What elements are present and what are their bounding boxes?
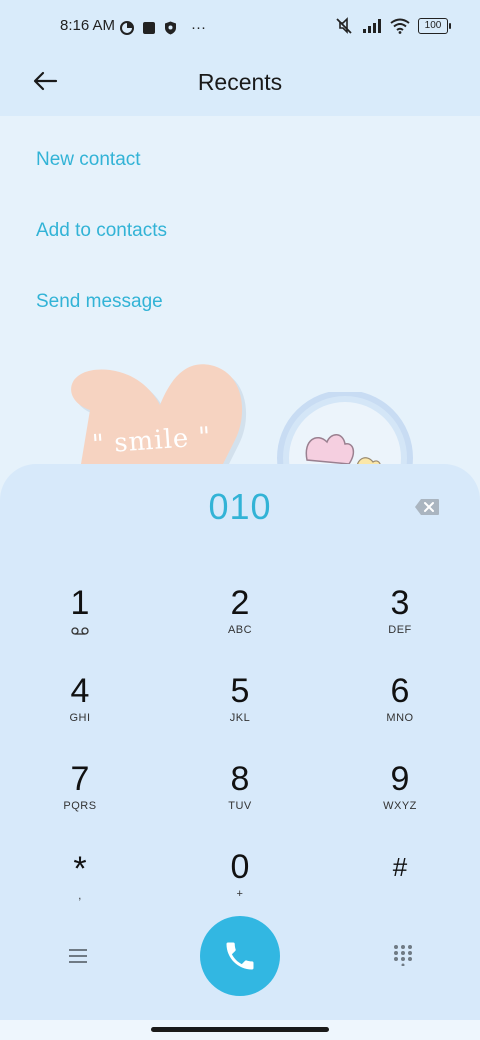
dial-key-hash[interactable]: # — [340, 848, 460, 928]
key-letters: MNO — [386, 712, 414, 724]
page-title: Recents — [197, 69, 283, 95]
key-digit: 4 — [70, 672, 90, 710]
dialed-number: 010 — [208, 486, 272, 527]
dial-key-4[interactable]: 4 GHI — [20, 672, 140, 752]
menu-icon[interactable] — [66, 944, 90, 968]
status-right-icons: 100 — [334, 17, 451, 35]
shield-icon — [165, 21, 176, 34]
dial-key-3[interactable]: 3 DEF — [340, 584, 460, 664]
signal-icon — [363, 19, 381, 33]
key-letters: JKL — [229, 712, 251, 724]
key-digit: 9 — [390, 760, 410, 798]
key-digit: 2 — [230, 584, 250, 622]
status-bar: 8:16 AM ··· 100 — [0, 0, 480, 56]
decoration-illustration: " smile " — [60, 360, 420, 502]
new-contact-button[interactable]: New contact — [36, 149, 141, 171]
more-notifications: ··· — [191, 19, 206, 36]
key-digit: 0 — [230, 848, 250, 886]
phone-icon — [226, 942, 254, 970]
dial-key-1[interactable]: 1 — [20, 584, 140, 664]
dial-key-8[interactable]: 8 TUV — [180, 760, 300, 840]
key-digit: 3 — [390, 584, 410, 622]
key-letters: + — [236, 888, 244, 900]
key-digit: 6 — [390, 672, 410, 710]
dial-key-7[interactable]: 7 PQRS — [20, 760, 140, 840]
key-digit: 5 — [230, 672, 250, 710]
key-letters: PQRS — [63, 800, 97, 812]
square-icon — [143, 21, 155, 34]
status-left-icons: ··· — [120, 19, 206, 36]
key-digit: # — [392, 852, 408, 882]
key-letters: TUV — [228, 800, 252, 812]
dial-key-star[interactable]: * , — [20, 850, 140, 930]
data-saver-icon — [120, 20, 134, 35]
backspace-icon[interactable] — [414, 498, 440, 516]
key-letters: DEF — [388, 624, 412, 636]
mute-icon — [336, 17, 352, 34]
key-letters: GHI — [69, 712, 91, 724]
send-message-button[interactable]: Send message — [36, 291, 163, 313]
key-letters: , — [78, 890, 82, 902]
key-digit: 7 — [70, 760, 90, 798]
status-time: 8:16 AM — [60, 17, 116, 34]
key-letters: ABC — [227, 624, 253, 636]
key-digit: 1 — [70, 584, 90, 622]
app-header: Recents — [0, 56, 480, 116]
key-digit: 8 — [230, 760, 250, 798]
add-to-contacts-button[interactable]: Add to contacts — [36, 220, 167, 242]
dial-key-5[interactable]: 5 JKL — [180, 672, 300, 752]
dial-key-9[interactable]: 9 WXYZ — [340, 760, 460, 840]
call-button[interactable] — [200, 916, 280, 996]
key-digit: * — [73, 850, 87, 888]
home-indicator[interactable] — [151, 1027, 329, 1032]
wifi-icon — [390, 18, 410, 34]
voicemail-icon — [71, 627, 89, 635]
dialpad-icon[interactable] — [392, 944, 414, 966]
battery-icon: 100 — [418, 18, 451, 34]
key-letters: WXYZ — [383, 800, 417, 812]
dial-key-2[interactable]: 2 ABC — [180, 584, 300, 664]
dial-key-6[interactable]: 6 MNO — [340, 672, 460, 752]
